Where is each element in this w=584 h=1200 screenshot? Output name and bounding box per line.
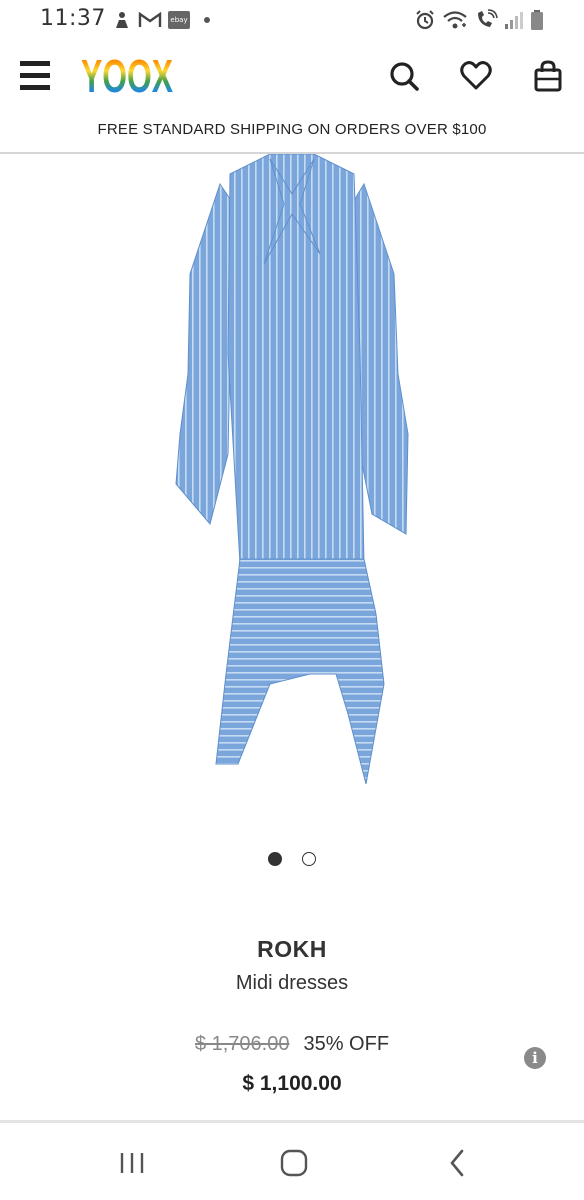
menu-icon[interactable] (20, 61, 50, 91)
person-notification-icon (116, 12, 128, 28)
price-row: $ 1,706.00 35% OFF (0, 1033, 584, 1056)
recent-apps-icon[interactable] (112, 1145, 152, 1181)
status-right-icons (414, 9, 544, 31)
product-image[interactable] (150, 154, 434, 794)
ebay-icon: ebay (168, 11, 190, 29)
signal-icon (505, 12, 523, 29)
status-bar: 11:37 ebay (0, 0, 584, 40)
heart-icon[interactable] (460, 60, 492, 92)
status-left-icons: ebay (112, 10, 210, 30)
system-nav-bar (0, 1123, 584, 1200)
logo-text: YOOX (81, 52, 173, 98)
status-time: 11:37 (40, 6, 106, 31)
back-icon[interactable] (438, 1145, 478, 1181)
carousel-dot-2[interactable] (302, 852, 316, 866)
home-icon[interactable] (274, 1145, 314, 1181)
product-brand[interactable]: ROKH (0, 936, 584, 963)
product-category: Midi dresses (235, 972, 349, 994)
search-icon[interactable] (388, 60, 420, 92)
notification-dot (204, 17, 210, 23)
original-price: $ 1,706.00 (194, 1033, 290, 1055)
shipping-banner[interactable]: FREE STANDARD SHIPPING ON ORDERS OVER $1… (0, 112, 584, 152)
shopping-bag-icon[interactable] (532, 60, 564, 92)
info-icon[interactable]: i (524, 1047, 546, 1069)
yoox-logo[interactable]: YOOX (80, 52, 174, 98)
carousel-dot-1[interactable] (268, 852, 282, 866)
image-carousel-indicator (0, 850, 584, 870)
wifi-calling-icon (478, 9, 498, 27)
battery-icon (531, 10, 543, 30)
current-price: $ 1,100.00 (242, 1072, 342, 1095)
alarm-icon (416, 10, 434, 30)
wifi-icon (443, 11, 467, 29)
gmail-icon (138, 11, 162, 27)
header: YOOX (0, 40, 584, 112)
discount-label: 35% OFF (303, 1033, 390, 1055)
